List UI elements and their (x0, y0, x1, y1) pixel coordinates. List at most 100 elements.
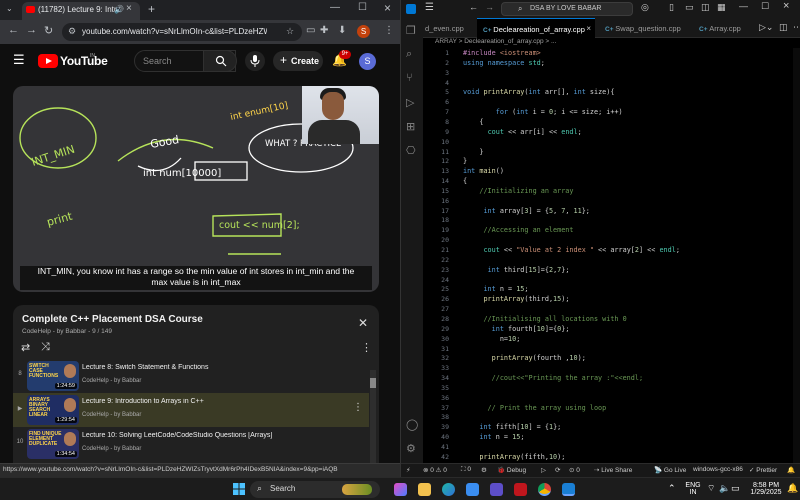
compiler-selector[interactable]: windows-gcc-x86 (693, 466, 743, 473)
code-line[interactable]: printArray(fifth,10); (463, 453, 565, 461)
playlist-title[interactable]: Complete C++ Placement DSA Course (22, 314, 203, 325)
code-editor[interactable]: 1 #include <iostream> 2 using namespace std… (423, 48, 793, 463)
reload-icon[interactable]: ↻ (44, 24, 53, 37)
youtube-logo-text[interactable]: YouTube (60, 54, 108, 68)
accounts-icon[interactable]: ◯ (406, 418, 418, 431)
extensions-icon[interactable]: ✚ (320, 25, 328, 36)
explorer-icon[interactable]: ❐ (406, 24, 416, 37)
code-line[interactable]: int array[3] = {5, 7, 11}; (463, 207, 589, 215)
split-editor-icon[interactable]: ◫ (779, 22, 788, 33)
minimize-icon[interactable]: — (330, 2, 340, 13)
go-live-button[interactable]: 📡 Go Live (654, 466, 686, 474)
vscode-app-icon[interactable] (562, 483, 575, 496)
tray-chevron-icon[interactable]: ⌃ (668, 483, 676, 494)
notification-center-icon[interactable]: 🔔 (787, 483, 798, 494)
edge-icon[interactable] (442, 483, 455, 496)
close-playlist-icon[interactable]: ✕ (358, 316, 368, 330)
vscode-command-center[interactable]: ⌕ DSA BY LOVE BABAR (501, 2, 633, 16)
windows-start-icon[interactable] (233, 483, 245, 495)
editor-scrollbar[interactable] (793, 48, 800, 463)
mcafee-icon[interactable] (514, 483, 527, 496)
close-tab-icon[interactable]: × (126, 3, 132, 14)
wifi-icon[interactable]: ⌔ (707, 483, 715, 494)
voice-search-button[interactable] (245, 51, 265, 71)
extensions-view-icon[interactable]: ⊞ (406, 120, 415, 133)
cast-icon[interactable]: ▭ (306, 25, 315, 36)
code-line[interactable]: int third[15]={2,7}; (463, 266, 570, 274)
code-line[interactable]: //Initialising all locations with 0 (463, 315, 626, 323)
vscode-minimize-icon[interactable]: — (739, 1, 748, 11)
playlist-item-title[interactable]: Lecture 9: Introduction to Arrays in C++ (82, 398, 352, 405)
playlist-item[interactable]: 10 FIND UNIQUE ELEMENT DUPLICATE 1:34:54 Le… (13, 427, 369, 461)
shuffle-icon[interactable]: ⤨ (41, 341, 50, 354)
playlist-more-icon[interactable]: ⋮ (361, 341, 372, 354)
live-share-button[interactable]: ⇢ Live Share (594, 466, 632, 474)
site-info-icon[interactable]: ⚙ (68, 26, 76, 37)
debug-button[interactable]: 🐞 Debug (497, 466, 526, 474)
playlist-item-title[interactable]: Lecture 8: Switch Statement & Functions (82, 364, 352, 371)
tab-d-even[interactable]: d_even.cpp (423, 18, 475, 38)
clock[interactable]: 8:58 PM 1/29/2025 (748, 482, 784, 496)
notifications-icon[interactable]: 🔔 (787, 466, 795, 474)
remote-explorer-icon[interactable]: ⎔ (406, 144, 416, 157)
code-line[interactable]: //Accessing an element (463, 226, 573, 234)
problems-indicator[interactable]: ⊗ 0 ⚠ 0 (423, 466, 447, 474)
code-line[interactable]: int n = 15; (463, 285, 528, 293)
maximize-icon[interactable]: ☐ (358, 2, 367, 13)
code-line[interactable]: } (463, 148, 483, 156)
create-button[interactable]: + Create (273, 51, 323, 71)
layout-panel-icon[interactable]: ▭ (685, 2, 694, 13)
source-control-icon[interactable]: ⑂ (406, 72, 413, 84)
code-line[interactable]: cout << "Value at 2 index " << array[2] … (463, 246, 679, 254)
breadcrumb-path[interactable]: ARRAY > Decleareation_of_array.cpp > ... (435, 38, 556, 45)
code-line[interactable]: for (int i = 0; i <= size; i++) (463, 108, 623, 116)
tab-swap-question[interactable]: C+ Swap_question.cpp (599, 18, 687, 38)
playlist-item[interactable]: ▶ ARRAYS BINARY SEARCH LINEAR 1:29:54 Lectu… (13, 393, 369, 427)
watch-icon[interactable]: ⊙ 0 (569, 466, 580, 474)
layout-split-icon[interactable]: ◫ (701, 2, 710, 13)
tab-array[interactable]: C+ Array.cpp (693, 18, 753, 38)
close-window-icon[interactable]: × (384, 1, 391, 15)
tab-decleareation-of-array[interactable]: C+ Decleareation_of_array.cpp × (477, 18, 595, 38)
youtube-search-button[interactable] (203, 50, 237, 72)
playlist-item-thumbnail[interactable]: SWITCH CASE FUNCTIONS 1:24:59 (27, 361, 79, 391)
manage-gear-icon[interactable]: ⚙ (406, 442, 416, 455)
code-line[interactable]: // Print the array using loop (463, 404, 607, 412)
new-tab-icon[interactable]: + (148, 2, 155, 16)
code-line[interactable]: //Initializing an array (463, 187, 573, 195)
layout-customize-icon[interactable]: ▦ (717, 2, 726, 13)
playlist-item-thumbnail[interactable]: ARRAYS BINARY SEARCH LINEAR 1:29:54 (27, 395, 79, 425)
run-debug-icon[interactable]: ▷ (406, 96, 414, 109)
remote-indicator-icon[interactable]: ⚡ (406, 466, 411, 474)
loop-icon[interactable]: ⇄ (21, 341, 30, 354)
code-line[interactable]: int main() (463, 167, 504, 175)
copilot-app-icon[interactable] (394, 483, 407, 496)
vscode-forward-icon[interactable]: → (485, 2, 494, 12)
close-editor-icon[interactable]: × (586, 24, 591, 33)
code-line[interactable]: } (463, 157, 467, 165)
address-bar[interactable]: ⚙ youtube.com/watch?v=sNrLlmOIn-c&list=P… (62, 23, 302, 41)
video-player[interactable]: INT_MIN Good int num[10000] WHAT ? PRACT… (13, 86, 379, 292)
code-line[interactable]: #include <iostream> (463, 49, 541, 57)
playlist-scroll-thumb[interactable] (370, 378, 376, 388)
copilot-icon[interactable]: ◎ (641, 2, 649, 13)
vscode-close-icon[interactable]: × (783, 0, 789, 12)
store-icon[interactable] (466, 483, 479, 496)
browser-tab[interactable]: (11782) Lecture 9: Introduc 🔊 × (22, 2, 140, 20)
code-line[interactable]: int n = 15; (463, 433, 524, 441)
code-line[interactable]: { (463, 118, 483, 126)
ports-indicator[interactable]: ⛶ 0 (461, 466, 471, 474)
battery-icon[interactable]: ▭ (731, 483, 740, 494)
bookmark-star-icon[interactable]: ☆ (286, 26, 294, 37)
code-line[interactable]: //cout<<"Printing the array :"<<endl; (463, 374, 643, 382)
build-gear-icon[interactable]: ⚙ (481, 466, 487, 474)
volume-icon[interactable]: 🔈 (719, 483, 730, 494)
prettier-button[interactable]: ✓ Prettier (749, 466, 777, 474)
hamburger-menu-icon[interactable]: ☰ (13, 52, 25, 68)
refresh-icon[interactable]: ⟳ (555, 466, 560, 474)
playlist-item-more-icon[interactable]: ⋮ (353, 402, 363, 413)
code-line[interactable]: printArray(fourth ,10); (463, 354, 586, 362)
youtube-account-avatar[interactable]: S (359, 53, 376, 70)
search-view-icon[interactable]: ⌕ (406, 48, 412, 61)
code-line[interactable]: cout << arr[i] << endl; (463, 128, 582, 136)
